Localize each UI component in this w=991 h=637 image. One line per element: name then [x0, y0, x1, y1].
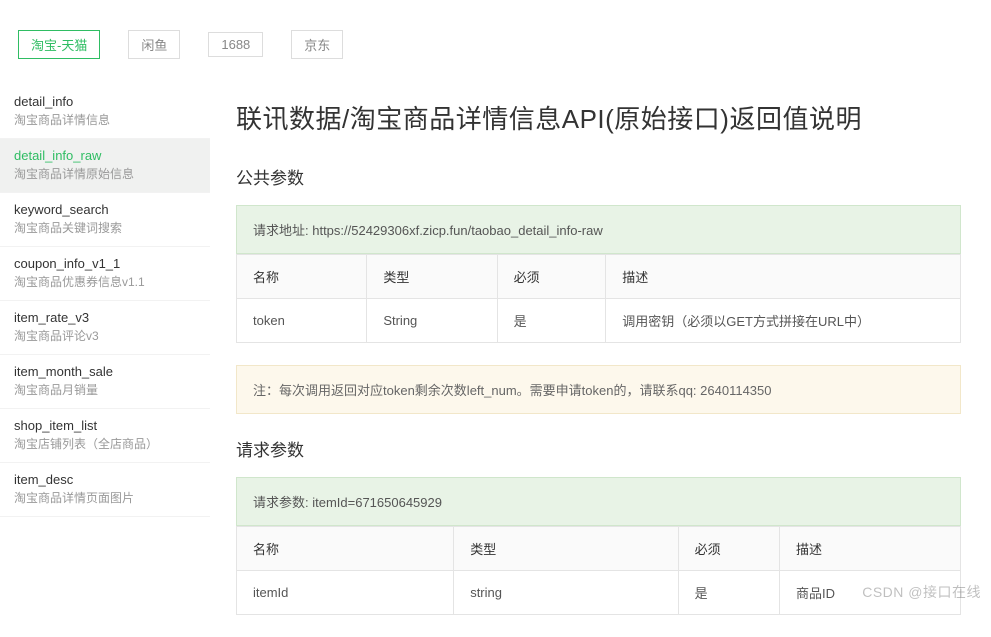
platform-tabs: 淘宝-天猫 闲鱼 1688 京东 [0, 0, 991, 75]
sidebar-item-item-month-sale[interactable]: item_month_sale 淘宝商品月销量 [0, 355, 210, 409]
sidebar-item-item-desc[interactable]: item_desc 淘宝商品详情页面图片 [0, 463, 210, 517]
request-url-box: 请求地址: https://52429306xf.zicp.fun/taobao… [236, 205, 961, 254]
cell-desc: 调用密钥（必须以GET方式拼接在URL中） [606, 299, 961, 343]
sidebar-item-keyword-search[interactable]: keyword_search 淘宝商品关键词搜索 [0, 193, 210, 247]
sidebar-item-sub: 淘宝商品关键词搜索 [14, 220, 196, 237]
main-content: 联讯数据/淘宝商品详情信息API(原始接口)返回值说明 公共参数 请求地址: h… [230, 85, 991, 637]
th-required: 必须 [678, 527, 779, 571]
sidebar-item-sub: 淘宝商品优惠券信息v1.1 [14, 274, 196, 291]
sidebar-item-detail-info[interactable]: detail_info 淘宝商品详情信息 [0, 85, 210, 139]
sidebar-item-sub: 淘宝商品月销量 [14, 382, 196, 399]
cell-name: token [237, 299, 367, 343]
table-header-row: 名称 类型 必须 描述 [237, 255, 961, 299]
request-params-box: 请求参数: itemId=671650645929 [236, 477, 961, 526]
section-public-params: 公共参数 [236, 164, 961, 189]
sidebar-item-title: keyword_search [14, 201, 196, 219]
cell-type: string [454, 571, 678, 615]
sidebar-item-sub: 淘宝商品详情信息 [14, 112, 196, 129]
th-type: 类型 [367, 255, 497, 299]
sidebar-item-title: item_desc [14, 471, 196, 489]
sidebar-item-shop-item-list[interactable]: shop_item_list 淘宝店铺列表（全店商品） [0, 409, 210, 463]
cell-desc: 商品ID [779, 571, 960, 615]
section-request-params: 请求参数 [236, 436, 961, 461]
cell-type: String [367, 299, 497, 343]
sidebar-item-sub: 淘宝店铺列表（全店商品） [14, 436, 196, 453]
th-type: 类型 [454, 527, 678, 571]
sidebar-item-coupon-info[interactable]: coupon_info_v1_1 淘宝商品优惠券信息v1.1 [0, 247, 210, 301]
page-title: 联讯数据/淘宝商品详情信息API(原始接口)返回值说明 [236, 99, 961, 136]
sidebar-item-title: detail_info_raw [14, 147, 196, 165]
sidebar-item-title: item_month_sale [14, 363, 196, 381]
sidebar-item-sub: 淘宝商品评论v3 [14, 328, 196, 345]
table-row: token String 是 调用密钥（必须以GET方式拼接在URL中） [237, 299, 961, 343]
sidebar-item-title: detail_info [14, 93, 196, 111]
api-sidebar: detail_info 淘宝商品详情信息 detail_info_raw 淘宝商… [0, 85, 210, 637]
sidebar-item-title: coupon_info_v1_1 [14, 255, 196, 273]
note-box: 注：每次调用返回对应token剩余次数left_num。需要申请token的，请… [236, 365, 961, 414]
table-header-row: 名称 类型 必须 描述 [237, 527, 961, 571]
cell-required: 是 [497, 299, 606, 343]
th-desc: 描述 [606, 255, 961, 299]
sidebar-item-detail-info-raw[interactable]: detail_info_raw 淘宝商品详情原始信息 [0, 139, 210, 193]
request-params-table: 名称 类型 必须 描述 itemId string 是 商品ID [236, 526, 961, 615]
tab-xianyu[interactable]: 闲鱼 [128, 30, 180, 59]
sidebar-item-sub: 淘宝商品详情页面图片 [14, 490, 196, 507]
sidebar-item-sub: 淘宝商品详情原始信息 [14, 166, 196, 183]
sidebar-item-title: item_rate_v3 [14, 309, 196, 327]
cell-name: itemId [237, 571, 454, 615]
sidebar-item-item-rate[interactable]: item_rate_v3 淘宝商品评论v3 [0, 301, 210, 355]
th-desc: 描述 [779, 527, 960, 571]
cell-required: 是 [678, 571, 779, 615]
sidebar-item-title: shop_item_list [14, 417, 196, 435]
th-required: 必须 [497, 255, 606, 299]
tab-1688[interactable]: 1688 [208, 32, 263, 57]
tab-jd[interactable]: 京东 [291, 30, 343, 59]
tab-taobao-tmall[interactable]: 淘宝-天猫 [18, 30, 100, 59]
th-name: 名称 [237, 527, 454, 571]
table-row: itemId string 是 商品ID [237, 571, 961, 615]
public-params-table: 名称 类型 必须 描述 token String 是 调用密钥（必须以GET方式… [236, 254, 961, 343]
th-name: 名称 [237, 255, 367, 299]
